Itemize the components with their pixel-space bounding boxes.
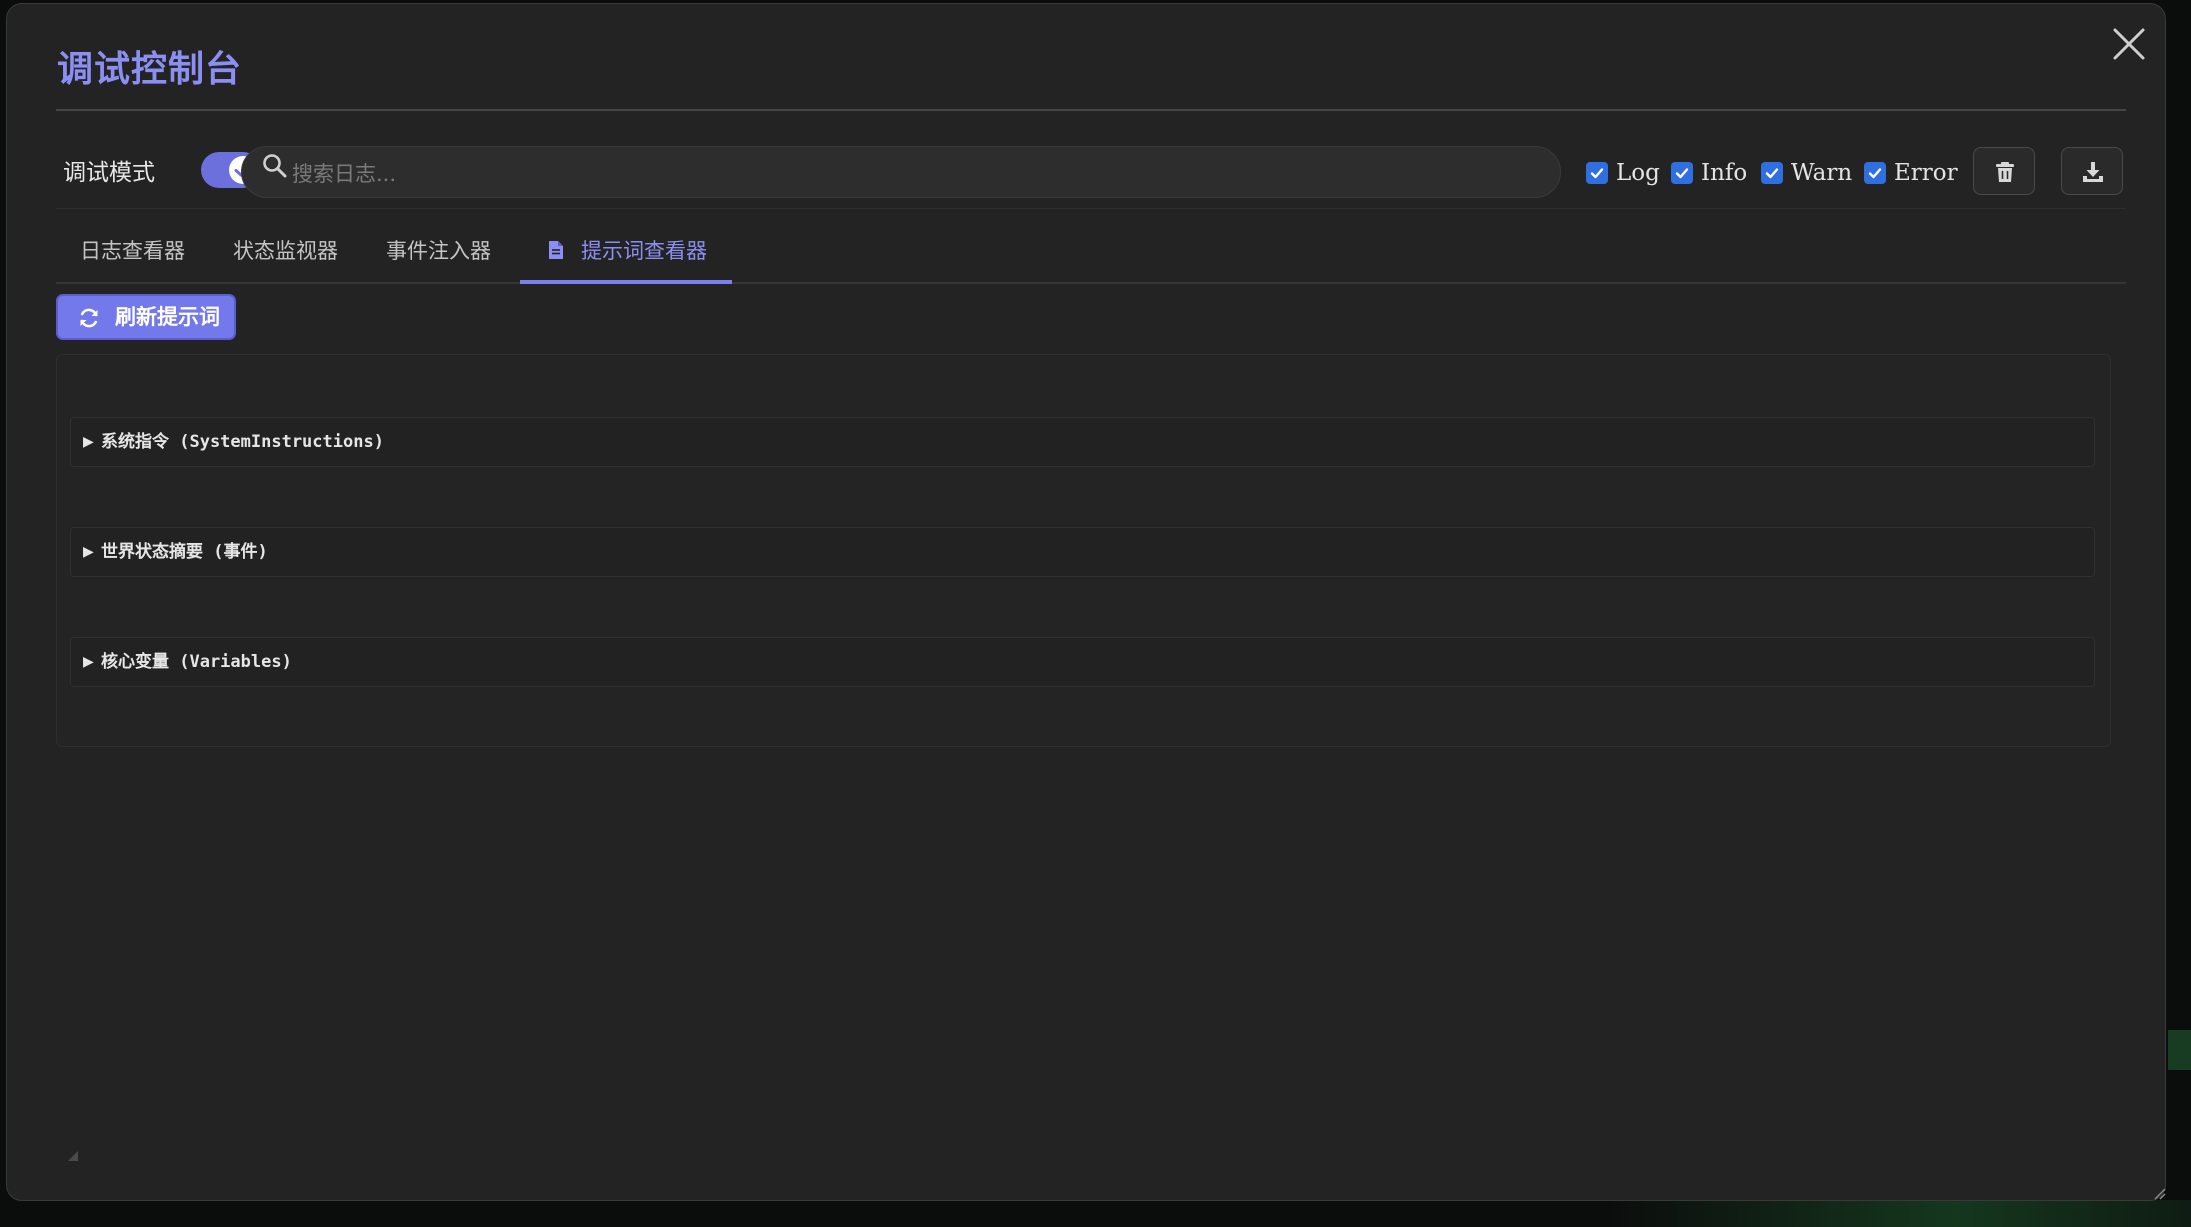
resize-grip-icon[interactable] [67,1150,79,1162]
check-icon [1868,168,1882,179]
refresh-prompt-label: 刷新提示词 [115,304,220,329]
toolbar-divider [56,208,2126,209]
section-world-state-summary[interactable]: ▶ 世界状态摘要 (事件) [70,527,2095,577]
checkbox-checked[interactable] [1586,162,1608,184]
tab-state-monitor[interactable]: 状态监视器 [209,228,349,284]
filter-info-label: Info [1701,160,1748,186]
tab-label: 状态监视器 [233,239,338,263]
trash-icon [1996,162,2014,182]
checkbox-checked[interactable] [1864,162,1886,184]
tab-label: 提示词查看器 [581,239,707,263]
toolbar: 调试模式 Log Info [56,144,2126,202]
tab-prompt-viewer[interactable]: 提示词查看器 [520,228,732,284]
section-title: 核心变量 (Variables) [101,652,292,672]
close-button[interactable] [2109,24,2149,64]
refresh-prompt-button[interactable]: 刷新提示词 [56,294,236,340]
section-title: 系统指令 (SystemInstructions) [101,432,384,452]
tab-log-viewer[interactable]: 日志查看器 [56,228,196,284]
tab-label: 事件注入器 [386,239,491,263]
expand-arrow-icon: ▶ [83,544,94,560]
export-logs-button[interactable] [2061,147,2123,195]
filter-log-checkbox[interactable]: Log [1586,158,1660,188]
checkbox-checked[interactable] [1671,162,1693,184]
tab-label: 日志查看器 [80,239,185,263]
file-icon [549,241,563,259]
refresh-icon [80,308,98,328]
tab-bar: 日志查看器 状态监视器 事件注入器 提示词查看器 [56,228,2126,284]
check-icon [1765,168,1779,179]
section-core-variables[interactable]: ▶ 核心变量 (Variables) [70,637,2095,687]
debug-console-modal: 调试控制台 调试模式 Log Info [6,3,2166,1201]
check-icon [1675,168,1689,179]
backdrop-glow [1600,1200,2191,1227]
debug-mode-label: 调试模式 [63,160,155,186]
filter-error-checkbox[interactable]: Error [1864,158,1958,188]
checkbox-checked[interactable] [1761,162,1783,184]
search-input[interactable] [290,153,1544,195]
clear-logs-button[interactable] [1973,147,2035,195]
expand-arrow-icon: ▶ [83,434,94,450]
check-icon [1590,168,1604,179]
filter-log-label: Log [1616,160,1660,186]
section-system-instructions[interactable]: ▶ 系统指令 (SystemInstructions) [70,417,2095,467]
prompt-viewer-panel: ▶ 系统指令 (SystemInstructions) ▶ 世界状态摘要 (事件… [56,354,2111,747]
filter-warn-label: Warn [1791,160,1853,186]
modal-title: 调试控制台 [57,48,243,90]
download-icon [2083,162,2103,182]
search-box [241,146,1561,198]
tab-event-injector[interactable]: 事件注入器 [362,228,502,284]
section-title: 世界状态摘要 (事件) [101,542,268,562]
close-icon [2113,28,2145,60]
expand-arrow-icon: ▶ [83,654,94,670]
filter-error-label: Error [1894,160,1958,186]
title-divider [56,109,2126,111]
filter-warn-checkbox[interactable]: Warn [1761,158,1852,188]
filter-info-checkbox[interactable]: Info [1671,158,1747,188]
resize-grip-icon[interactable] [2152,1186,2166,1200]
backdrop-glow-edge [2168,1030,2191,1070]
active-tab-indicator [520,280,732,284]
search-icon [263,154,287,178]
